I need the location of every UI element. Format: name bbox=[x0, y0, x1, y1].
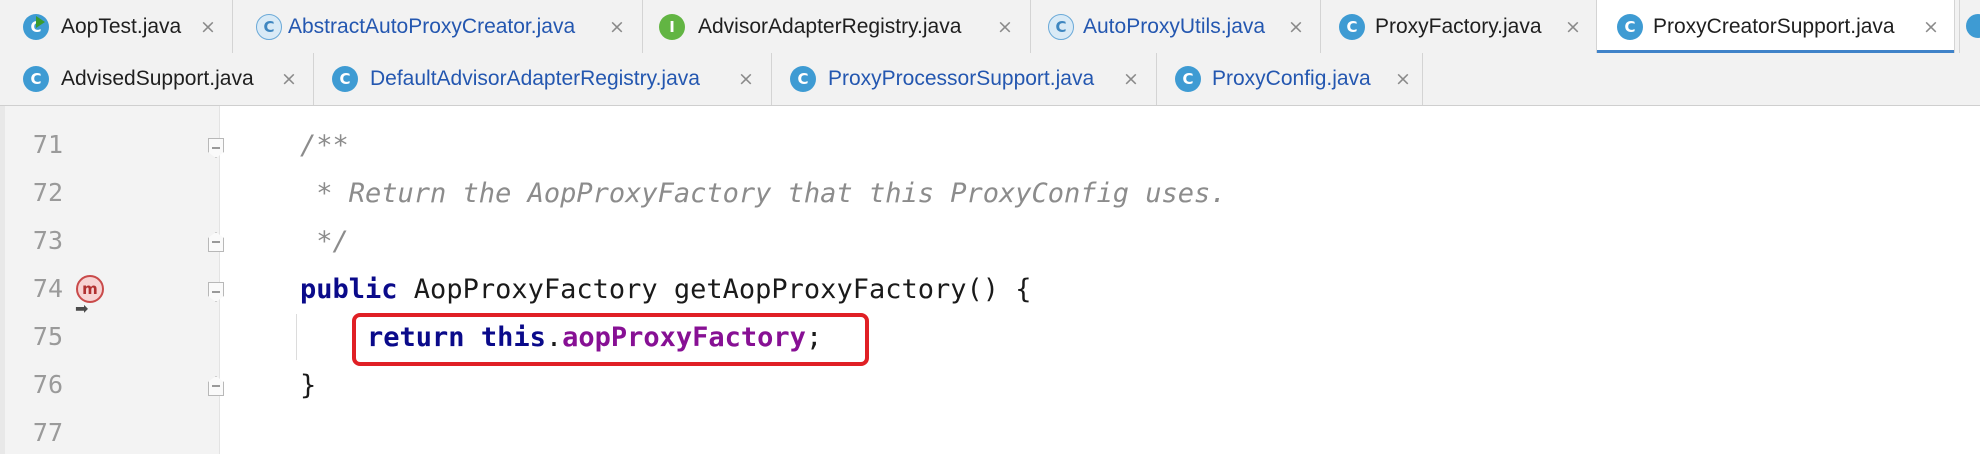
close-icon[interactable]: × bbox=[1288, 16, 1304, 38]
highlight-annotation-box bbox=[352, 313, 869, 366]
class-icon: C bbox=[1048, 13, 1074, 40]
tab-proxycreatorsupport[interactable]: C ProxyCreatorSupport.java × bbox=[1597, 0, 1955, 54]
line-number: 74 bbox=[32, 274, 63, 303]
tab-proxyfactory[interactable]: C ProxyFactory.java × bbox=[1321, 0, 1597, 53]
tab-proxyprocessorsupport[interactable]: C ProxyProcessorSupport.java × bbox=[772, 53, 1157, 105]
gutter-edge bbox=[0, 106, 5, 454]
tab-label: AdvisorAdapterRegistry.java bbox=[698, 14, 962, 38]
tab-advisoradapterregistry[interactable]: I AdvisorAdapterRegistry.java × bbox=[643, 0, 1031, 53]
overflow-tab-stub[interactable] bbox=[1959, 0, 1980, 53]
class-icon: C bbox=[790, 66, 816, 92]
line-number: 76 bbox=[32, 370, 63, 399]
tab-abstractautoproxycreator[interactable]: C AbstractAutoProxyCreator.java × bbox=[233, 0, 643, 53]
class-icon: C bbox=[1617, 13, 1643, 40]
code-line-71: /** bbox=[300, 130, 349, 161]
editor-tab-bar-row-2: C AdvisedSupport.java × C DefaultAdvisor… bbox=[0, 53, 1980, 106]
code-line-76: } bbox=[300, 370, 317, 401]
interface-icon: I bbox=[659, 13, 685, 40]
code-line-74: public AopProxyFactory getAopProxyFactor… bbox=[300, 274, 1032, 305]
class-icon: C bbox=[256, 13, 282, 40]
tab-label: ProxyCreatorSupport.java bbox=[1653, 14, 1895, 38]
class-icon bbox=[1966, 14, 1980, 38]
close-icon[interactable]: × bbox=[609, 16, 625, 38]
class-icon: C bbox=[1175, 66, 1201, 92]
tab-defaultadvisoradapterregistry[interactable]: C DefaultAdvisorAdapterRegistry.java × bbox=[314, 53, 772, 105]
line-number: 73 bbox=[32, 226, 63, 255]
tab-label: AutoProxyUtils.java bbox=[1083, 14, 1266, 38]
implements-arrow-icon: ➡ bbox=[75, 299, 89, 318]
tab-label: AopTest.java bbox=[61, 14, 182, 38]
close-icon[interactable]: × bbox=[281, 68, 297, 90]
tab-label: ProxyConfig.java bbox=[1212, 67, 1371, 90]
line-number: 71 bbox=[32, 130, 63, 159]
class-run-icon: C bbox=[23, 13, 49, 40]
method-signature: AopProxyFactory getAopProxyFactory() { bbox=[397, 274, 1032, 305]
tab-aoptest[interactable]: C AopTest.java × bbox=[0, 0, 233, 53]
close-icon[interactable]: × bbox=[200, 16, 216, 38]
close-icon[interactable]: × bbox=[1923, 16, 1939, 38]
indent-guide bbox=[296, 314, 297, 360]
code-line-73: */ bbox=[300, 226, 349, 257]
close-icon[interactable]: × bbox=[1123, 68, 1139, 90]
close-icon[interactable]: × bbox=[1395, 68, 1411, 90]
close-icon[interactable]: × bbox=[997, 16, 1013, 38]
tab-label: ProxyFactory.java bbox=[1375, 14, 1542, 38]
line-number: 75 bbox=[32, 322, 63, 351]
tab-label: ProxyProcessorSupport.java bbox=[828, 67, 1095, 90]
class-icon: C bbox=[1339, 13, 1365, 40]
tab-autoproxyutils[interactable]: C AutoProxyUtils.java × bbox=[1031, 0, 1321, 53]
keyword-public: public bbox=[300, 274, 398, 305]
code-line-72: * Return the AopProxyFactory that this P… bbox=[300, 178, 1227, 209]
editor-tab-bar-row-1: C AopTest.java × C AbstractAutoProxyCrea… bbox=[0, 0, 1980, 54]
tab-label: AdvisedSupport.java bbox=[61, 67, 254, 90]
tab-label: AbstractAutoProxyCreator.java bbox=[288, 14, 576, 38]
line-number: 77 bbox=[32, 418, 63, 447]
class-icon: C bbox=[332, 66, 358, 92]
line-number: 72 bbox=[32, 178, 63, 207]
class-icon: C bbox=[23, 66, 49, 92]
tab-proxyconfig[interactable]: C ProxyConfig.java × bbox=[1157, 53, 1423, 105]
tab-label: DefaultAdvisorAdapterRegistry.java bbox=[370, 67, 700, 90]
tab-advisedsupport[interactable]: C AdvisedSupport.java × bbox=[0, 53, 314, 105]
close-icon[interactable]: × bbox=[738, 68, 754, 90]
close-icon[interactable]: × bbox=[1565, 16, 1581, 38]
